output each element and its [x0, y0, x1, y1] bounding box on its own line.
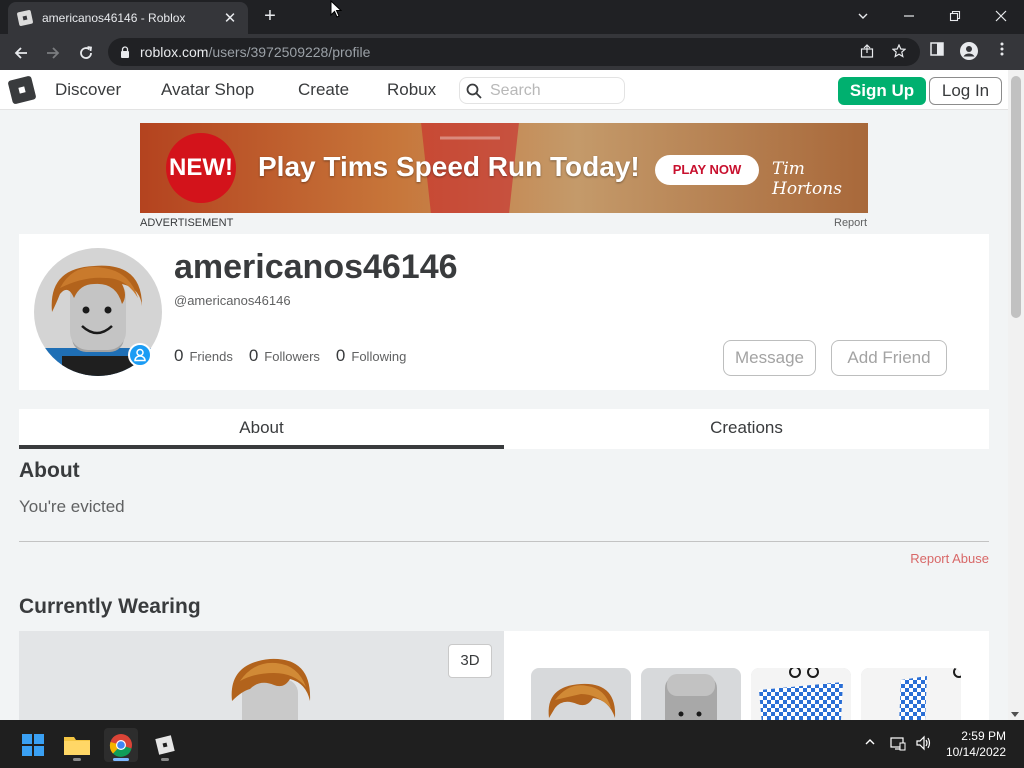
ad-play-now-button[interactable]: PLAY NOW: [655, 155, 759, 185]
profile-stats: 0 Friends 0 Followers 0 Following: [174, 346, 406, 366]
reload-icon[interactable]: [74, 40, 98, 64]
roblox-taskbar-button[interactable]: [148, 728, 182, 762]
profile-tabs: About Creations: [19, 409, 989, 449]
ad-headline: Play Tims Speed Run Today!: [258, 151, 640, 182]
clock-date: 10/14/2022: [945, 745, 1006, 759]
profile-header-card: americanos46146 @americanos46146 0 Friend…: [19, 234, 989, 390]
log-in-button[interactable]: Log In: [929, 77, 1002, 105]
close-window-icon[interactable]: [978, 0, 1024, 30]
side-panel-icon[interactable]: [927, 42, 947, 62]
wearing-item-pants[interactable]: [861, 668, 961, 720]
message-button[interactable]: Message: [723, 340, 816, 376]
nav-discover[interactable]: Discover: [55, 80, 121, 100]
forward-arrow-icon[interactable]: [41, 40, 65, 64]
chrome-icon: [109, 734, 132, 757]
page-scrollbar[interactable]: [1008, 70, 1024, 720]
tab-about[interactable]: About: [19, 409, 504, 449]
sign-up-button[interactable]: Sign Up: [838, 77, 926, 105]
file-explorer-button[interactable]: [60, 728, 94, 762]
clock-time: 2:59 PM: [961, 729, 1006, 743]
page-viewport: Discover Avatar Shop Create Robux Sign U…: [0, 70, 1024, 720]
minimize-icon[interactable]: [886, 0, 932, 30]
folder-icon: [64, 737, 90, 755]
search-box[interactable]: [459, 77, 625, 104]
back-arrow-icon[interactable]: [9, 40, 33, 64]
about-heading: About: [19, 459, 80, 482]
divider: [19, 541, 989, 542]
scrollbar-thumb[interactable]: [1011, 76, 1021, 318]
tab-creations[interactable]: Creations: [504, 409, 989, 449]
lock-icon: [121, 46, 129, 58]
search-icon: [466, 83, 482, 99]
wearing-item-shirt[interactable]: [751, 668, 851, 720]
roblox-header: Discover Avatar Shop Create Robux Sign U…: [0, 70, 1008, 110]
scroll-down-arrow-icon[interactable]: [1011, 710, 1019, 718]
add-friend-button[interactable]: Add Friend: [831, 340, 947, 376]
chrome-taskbar-button[interactable]: [104, 728, 138, 762]
url-text: roblox.com/users/3972509228/profile: [140, 44, 371, 60]
roblox-favicon-icon: [16, 9, 34, 27]
system-clock[interactable]: 2:59 PM 10/14/2022: [946, 728, 1006, 760]
windows-taskbar: 2:59 PM 10/14/2022: [0, 720, 1024, 768]
ad-new-badge: NEW!: [166, 133, 236, 203]
more-menu-icon[interactable]: [992, 42, 1012, 62]
friends-stat[interactable]: 0 Friends: [174, 346, 233, 366]
profile-username: americanos46146: [174, 248, 458, 286]
about-description: You're evicted: [19, 497, 125, 516]
running-indicator: [161, 758, 169, 761]
advertisement-banner[interactable]: NEW! Play Tims Speed Run Today! PLAY NOW…: [140, 123, 868, 213]
volume-icon[interactable]: [914, 735, 932, 753]
ad-report-link[interactable]: Report: [834, 217, 867, 229]
nav-robux[interactable]: Robux: [387, 80, 436, 100]
roblox-logo-icon[interactable]: [7, 75, 37, 105]
wearing-items-grid: [504, 631, 989, 720]
active-indicator: [113, 758, 129, 761]
currently-wearing-heading: Currently Wearing: [19, 595, 201, 618]
report-abuse-link[interactable]: Report Abuse: [910, 551, 989, 566]
browser-toolbar: roblox.com/users/3972509228/profile: [0, 34, 1024, 70]
browser-tab-strip: americanos46146 - Roblox ✕ +: [0, 0, 1024, 34]
roblox-icon: [155, 735, 175, 755]
nav-create[interactable]: Create: [298, 80, 349, 100]
profile-icon[interactable]: [959, 42, 979, 62]
start-button[interactable]: [16, 728, 50, 762]
wearing-item-head[interactable]: [641, 668, 741, 720]
address-bar[interactable]: roblox.com/users/3972509228/profile: [108, 38, 920, 66]
search-input[interactable]: [490, 81, 610, 100]
wearing-item-hair[interactable]: [531, 668, 631, 720]
following-stat[interactable]: 0 Following: [336, 346, 406, 366]
avatar-preview-figure: [231, 658, 311, 720]
restore-icon[interactable]: [932, 0, 978, 30]
avatar-preview: 3D: [19, 631, 504, 720]
tab-search-icon[interactable]: [840, 0, 886, 30]
tab-title: americanos46146 - Roblox: [42, 11, 186, 25]
windows-logo-icon: [22, 734, 44, 756]
profile-handle: @americanos46146: [174, 293, 291, 308]
view-3d-toggle-button[interactable]: 3D: [448, 644, 492, 678]
nav-avatar-shop[interactable]: Avatar Shop: [161, 80, 254, 100]
network-icon[interactable]: [889, 735, 907, 753]
advertisement-label: ADVERTISEMENT: [140, 217, 234, 229]
presence-indicator-icon: [128, 343, 152, 367]
bookmark-star-icon[interactable]: [890, 43, 908, 62]
close-tab-icon[interactable]: ✕: [222, 9, 238, 27]
share-icon[interactable]: [858, 44, 876, 62]
browser-tab[interactable]: americanos46146 - Roblox ✕: [8, 2, 248, 34]
ad-brand-logo: Tim Hortons: [772, 159, 842, 199]
chevron-up-icon[interactable]: [861, 735, 879, 753]
new-tab-button[interactable]: +: [258, 4, 282, 28]
running-indicator: [73, 758, 81, 761]
mouse-cursor-icon: [330, 0, 342, 18]
followers-stat[interactable]: 0 Followers: [249, 346, 320, 366]
